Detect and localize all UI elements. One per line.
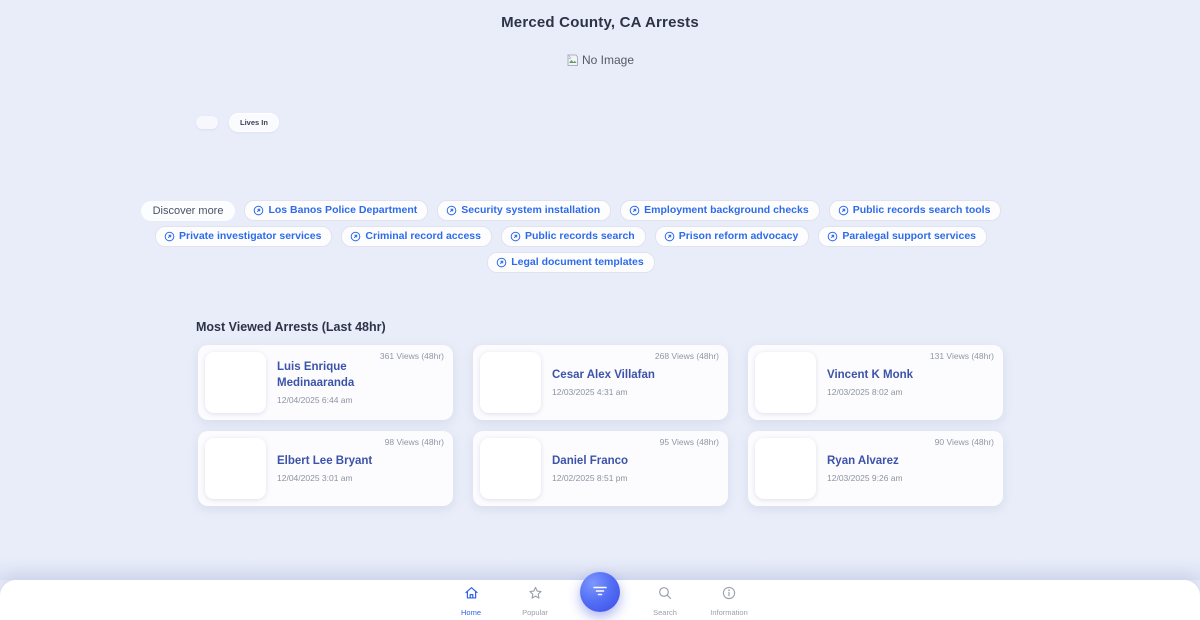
arrest-name-link[interactable]: Cesar Alex Villafan: [552, 368, 692, 384]
arrest-card-body: Ryan Alvarez 12/03/2025 9:26 am: [816, 454, 996, 483]
circle-arrow-icon: [496, 257, 507, 268]
info-icon: [722, 586, 736, 605]
lives-in-pill[interactable]: Lives In: [229, 113, 279, 132]
page-title: Merced County, CA Arrests: [501, 14, 699, 31]
discover-chip[interactable]: Employment background checks: [620, 200, 820, 221]
arrest-card[interactable]: Cesar Alex Villafan 12/03/2025 4:31 am 2…: [473, 345, 728, 420]
filter-icon: [592, 585, 608, 600]
discover-chip[interactable]: Public records search tools: [828, 200, 1002, 221]
arrest-name-link[interactable]: Luis Enrique Medinaaranda: [277, 360, 417, 391]
circle-arrow-icon: [827, 231, 838, 242]
nav-label: Information: [710, 608, 748, 617]
discover-chip[interactable]: Private investigator services: [155, 226, 333, 247]
home-icon: [464, 586, 479, 605]
arrest-card-body: Elbert Lee Bryant 12/04/2025 3:01 am: [266, 454, 446, 483]
arrest-name-link[interactable]: Daniel Franco: [552, 454, 692, 470]
star-icon: [528, 586, 543, 605]
arrest-date: 12/04/2025 3:01 am: [277, 472, 353, 483]
discover-row-3: Legal document templates: [0, 252, 1142, 273]
bottom-nav: Home Popular Search Information: [0, 572, 1200, 620]
mugshot-placeholder: [755, 438, 816, 499]
views-badge: 361 Views (48hr): [379, 351, 444, 361]
arrest-date: 12/02/2025 8:51 pm: [552, 472, 628, 483]
arrest-card[interactable]: Ryan Alvarez 12/03/2025 9:26 am 90 Views…: [748, 431, 1003, 506]
arrest-card[interactable]: Vincent K Monk 12/03/2025 8:02 am 131 Vi…: [748, 345, 1003, 420]
chip-label: Legal document templates: [511, 256, 644, 268]
chip-label: Criminal record access: [365, 230, 481, 242]
discover-chip[interactable]: Security system installation: [437, 200, 612, 221]
nav-information[interactable]: Information: [710, 580, 748, 617]
broken-image-icon: [566, 53, 579, 67]
views-badge: 90 Views (48hr): [934, 437, 994, 447]
arrest-date: 12/03/2025 4:31 am: [552, 386, 628, 397]
chip-label: Public records search: [524, 230, 635, 242]
nav-label: Search: [653, 608, 677, 617]
arrest-card-body: Cesar Alex Villafan 12/03/2025 4:31 am: [541, 368, 721, 397]
chip-label: Prison reform advocacy: [678, 230, 799, 242]
views-badge: 131 Views (48hr): [929, 351, 994, 361]
chip-label: Employment background checks: [644, 204, 809, 216]
arrest-name-link[interactable]: Vincent K Monk: [827, 368, 967, 384]
views-badge: 95 Views (48hr): [659, 437, 719, 447]
circle-arrow-icon: [629, 205, 640, 216]
mugshot-placeholder: [480, 352, 541, 413]
arrest-date: 12/04/2025 6:44 am: [277, 394, 353, 405]
most-viewed-title: Most Viewed Arrests (Last 48hr): [196, 320, 386, 334]
discover-row-1: Discover more Los Banos Police Departmen…: [0, 200, 1142, 221]
circle-arrow-icon: [664, 231, 675, 242]
nav-popular[interactable]: Popular: [516, 580, 554, 617]
filter-fab-button[interactable]: [580, 572, 620, 612]
discover-chip[interactable]: Los Banos Police Department: [244, 200, 429, 221]
arrest-card-body: Luis Enrique Medinaaranda 12/04/2025 6:4…: [266, 360, 446, 404]
nav-home[interactable]: Home: [452, 580, 490, 617]
views-badge: 268 Views (48hr): [654, 351, 719, 361]
discover-chip[interactable]: Legal document templates: [487, 252, 655, 273]
circle-arrow-icon: [350, 231, 361, 242]
arrest-card[interactable]: Daniel Franco 12/02/2025 8:51 pm 95 View…: [473, 431, 728, 506]
chip-label: Paralegal support services: [842, 230, 976, 242]
arrest-card[interactable]: Elbert Lee Bryant 12/04/2025 3:01 am 98 …: [198, 431, 453, 506]
broken-image-placeholder: No Image: [0, 53, 1200, 67]
views-badge: 98 Views (48hr): [384, 437, 444, 447]
mugshot-placeholder: [205, 438, 266, 499]
circle-arrow-icon: [164, 231, 175, 242]
most-viewed-grid: Luis Enrique Medinaaranda 12/04/2025 6:4…: [198, 345, 1003, 506]
nav-label: Popular: [522, 608, 548, 617]
search-icon: [658, 586, 672, 605]
discover-row-2: Private investigator services Criminal r…: [0, 226, 1142, 247]
nav-label: Home: [460, 608, 481, 617]
discover-chip[interactable]: Paralegal support services: [818, 226, 987, 247]
profile-tags-row: Lives In: [196, 113, 279, 132]
mugshot-placeholder: [205, 352, 266, 413]
chip-label: Security system installation: [461, 204, 601, 216]
arrest-card[interactable]: Luis Enrique Medinaaranda 12/04/2025 6:4…: [198, 345, 453, 420]
arrest-date: 12/03/2025 9:26 am: [827, 472, 903, 483]
arrest-date: 12/03/2025 8:02 am: [827, 386, 903, 397]
arrest-card-body: Daniel Franco 12/02/2025 8:51 pm: [541, 454, 721, 483]
circle-arrow-icon: [510, 231, 521, 242]
chip-label: Los Banos Police Department: [268, 204, 418, 216]
chip-label: Private investigator services: [179, 230, 322, 242]
empty-pill[interactable]: [196, 116, 218, 129]
discover-chip[interactable]: Prison reform advocacy: [654, 226, 810, 247]
no-image-text: No Image: [581, 53, 635, 67]
arrest-card-body: Vincent K Monk 12/03/2025 8:02 am: [816, 368, 996, 397]
circle-arrow-icon: [446, 205, 457, 216]
mugshot-placeholder: [755, 352, 816, 413]
discover-chip[interactable]: Criminal record access: [341, 226, 492, 247]
mugshot-placeholder: [480, 438, 541, 499]
circle-arrow-icon: [838, 205, 849, 216]
discover-chip[interactable]: Public records search: [500, 226, 646, 247]
circle-arrow-icon: [253, 205, 264, 216]
discover-more-label: Discover more: [140, 200, 236, 221]
discover-section: Discover more Los Banos Police Departmen…: [0, 200, 1142, 278]
arrest-name-link[interactable]: Elbert Lee Bryant: [277, 454, 417, 470]
arrest-name-link[interactable]: Ryan Alvarez: [827, 454, 967, 470]
chip-label: Public records search tools: [852, 204, 991, 216]
nav-search[interactable]: Search: [646, 580, 684, 617]
